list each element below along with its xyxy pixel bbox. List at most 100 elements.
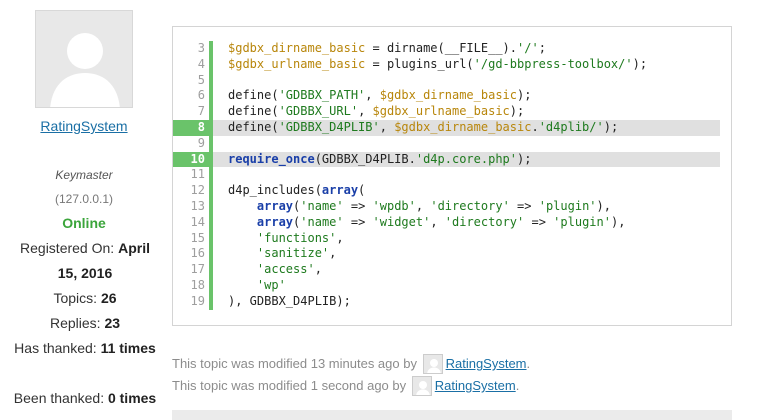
line-number: 6 bbox=[197, 88, 205, 103]
stat-label: Has thanked: bbox=[14, 340, 101, 356]
code-line: 15 'functions', bbox=[184, 230, 720, 247]
code-line: 5 bbox=[184, 72, 720, 89]
code-token: 'functions' bbox=[256, 230, 337, 245]
code-token: , bbox=[358, 104, 373, 119]
line-source: 'access', bbox=[218, 262, 720, 278]
line-gutter bbox=[209, 72, 213, 89]
code-token: = plugins_url( bbox=[365, 56, 474, 71]
code-token: (GDBBX_D4PLIB. bbox=[314, 151, 416, 166]
code-token: ), GDBBX_D4PLIB); bbox=[228, 293, 351, 308]
code-token: 'wpdb' bbox=[372, 198, 416, 213]
code-line: 13 array('name' => 'wpdb', 'directory' =… bbox=[184, 198, 720, 215]
code-token: define( bbox=[228, 119, 279, 134]
author-name-link[interactable]: RatingSystem bbox=[0, 118, 168, 134]
code-token: 'widget' bbox=[372, 214, 431, 229]
code-token: 'd4plib/' bbox=[538, 119, 604, 134]
revision-note: This topic was modified 13 minutes ago b… bbox=[172, 353, 530, 376]
code-line: 10 require_once(GDBBX_D4PLIB.'d4p.core.ph… bbox=[173, 151, 720, 168]
line-gutter bbox=[209, 183, 213, 199]
code-line: 4 $gdbx_urlname_basic = plugins_url('/gd-… bbox=[184, 56, 720, 73]
code-block[interactable]: 3 $gdbx_dirname_basic = dirname(__FILE__)… bbox=[172, 26, 732, 326]
revision-text: This topic was modified 13 minutes ago b… bbox=[172, 356, 417, 371]
revision-text: This topic was modified 1 second ago by bbox=[172, 378, 407, 393]
line-gutter bbox=[209, 293, 213, 310]
avatar[interactable] bbox=[35, 10, 133, 108]
line-source: define('GDBBX_D4PLIB', $gdbx_dirname_bas… bbox=[218, 120, 720, 136]
code-token: 'plugin' bbox=[553, 214, 611, 229]
code-token: define( bbox=[228, 88, 279, 103]
next-reply-strip bbox=[172, 410, 732, 420]
line-source: $gdbx_dirname_basic = dirname(__FILE__).… bbox=[218, 41, 720, 57]
stat-value: 23 bbox=[104, 315, 121, 331]
code-token: . bbox=[531, 119, 539, 134]
code-line: 17 'access', bbox=[184, 262, 720, 278]
code-token: ); bbox=[632, 56, 648, 71]
stat-value: 11 times bbox=[100, 340, 156, 356]
code-token: 'directory' bbox=[430, 198, 510, 213]
code-token: 'GDBBX_URL' bbox=[278, 104, 359, 119]
line-gutter bbox=[209, 104, 213, 120]
stat-label: Registered On: bbox=[20, 240, 119, 256]
online-status: Online bbox=[62, 215, 106, 231]
code-line: 7 define('GDBBX_URL', $gdbx_urlname_basic… bbox=[184, 104, 720, 120]
line-number: 10 bbox=[173, 151, 213, 168]
line-source: 'functions', bbox=[218, 231, 720, 247]
line-number: 19 bbox=[190, 293, 205, 308]
author-ip: (127.0.0.1) bbox=[54, 192, 114, 206]
line-gutter bbox=[209, 167, 213, 184]
line-number: 9 bbox=[197, 135, 205, 150]
line-gutter bbox=[209, 135, 213, 152]
revision-note: This topic was modified 1 second ago by … bbox=[172, 375, 530, 398]
code-token: 'GDBBX_D4PLIB' bbox=[278, 119, 380, 134]
code-line: 3 $gdbx_dirname_basic = dirname(__FILE__)… bbox=[184, 41, 720, 57]
code-token: require_once bbox=[228, 151, 315, 166]
revision-user-link[interactable]: RatingSystem bbox=[435, 378, 516, 393]
code-token: $gdbx_dirname_basic bbox=[379, 88, 518, 103]
code-token: 'GDBBX_PATH' bbox=[278, 88, 366, 103]
line-gutter bbox=[209, 262, 213, 278]
line-source bbox=[218, 73, 720, 89]
code-token: $gdbx_urlname_basic bbox=[228, 56, 366, 71]
code-token: , bbox=[379, 119, 395, 134]
code-line: 18 'wp' bbox=[184, 277, 720, 294]
code-token: => bbox=[343, 198, 373, 213]
code-token: , bbox=[430, 214, 445, 229]
line-gutter bbox=[209, 41, 213, 57]
line-source: require_once(GDBBX_D4PLIB.'d4p.core.php'… bbox=[218, 152, 720, 168]
stat-value: 26 bbox=[100, 290, 117, 306]
line-number: 17 bbox=[190, 262, 205, 277]
code-token: ), bbox=[596, 198, 611, 213]
line-number: 14 bbox=[190, 214, 205, 229]
code-line: 6 define('GDBBX_PATH', $gdbx_dirname_basi… bbox=[184, 88, 720, 105]
line-gutter bbox=[209, 88, 213, 105]
line-gutter bbox=[209, 56, 213, 73]
code-token: 'name' bbox=[300, 198, 344, 213]
code-token: 'sanitize' bbox=[256, 246, 330, 261]
author-role: Keymaster bbox=[55, 168, 113, 182]
code-token: 'd4p.core.php' bbox=[415, 151, 518, 166]
revision-user-link[interactable]: RatingSystem bbox=[446, 356, 527, 371]
code-token: $gdbx_dirname_basic bbox=[394, 119, 532, 134]
code-token: '/gd-bbpress-toolbox/' bbox=[473, 56, 633, 71]
user-avatar-icon[interactable] bbox=[422, 353, 443, 374]
stat-registered: Registered On: April 15, 2016 bbox=[10, 236, 160, 286]
revision-suffix: . bbox=[515, 378, 520, 393]
code-token: 'plugin' bbox=[538, 198, 597, 213]
user-avatar-icon[interactable] bbox=[411, 375, 432, 396]
code-token: ; bbox=[538, 41, 546, 55]
code-token: => bbox=[509, 198, 539, 213]
revision-log: This topic was modified 13 minutes ago b… bbox=[172, 353, 530, 398]
code-token: , bbox=[415, 198, 431, 213]
code-token: array bbox=[321, 183, 359, 198]
code-token: $gdbx_urlname_basic bbox=[372, 104, 510, 119]
code-token: , bbox=[314, 262, 322, 277]
stat-topics: Topics: 26 bbox=[10, 286, 160, 311]
line-gutter bbox=[209, 277, 213, 294]
code-line: 12 d4p_includes(array( bbox=[184, 183, 720, 199]
code-token: 'name' bbox=[300, 214, 344, 229]
line-number: 16 bbox=[190, 246, 205, 261]
line-source: array('name' => 'wpdb', 'directory' => '… bbox=[218, 199, 720, 215]
